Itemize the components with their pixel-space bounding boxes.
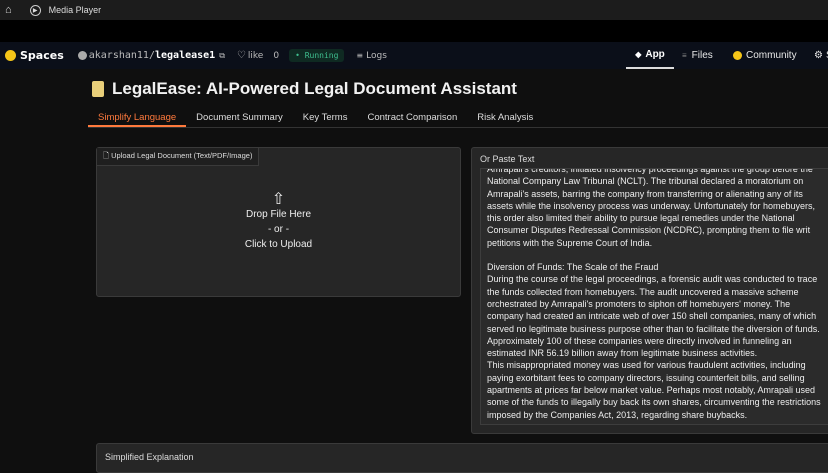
gear-icon: ⚙ [814,50,823,61]
spacer [0,20,828,42]
tab-simplify-language[interactable]: Simplify Language [88,108,187,127]
like-count: 0 [273,50,280,61]
nav-settings[interactable]: ⚙S [814,42,828,69]
simplified-explanation-panel: Simplified Explanation [96,443,828,473]
spaces-link[interactable]: Spaces [20,49,64,62]
media-player-icon: ▶ [29,4,41,16]
paste-text-panel: Or Paste Text Amrapali's creditors, init… [471,147,828,434]
home-icon[interactable]: ⌂ [5,4,12,16]
nav-files[interactable]: ≡ Files [682,42,713,69]
files-icon: ≡ [682,51,687,60]
logs-link[interactable]: Logs [366,51,387,61]
tab-bar: Simplify Language Document Summary Key T… [88,108,828,128]
scroll-icon [92,81,104,97]
paste-paragraph: Diversion of Funds: The Scale of the Fra… [487,262,821,420]
upload-label-text: Upload Legal Document (Text/PDF/Image) [111,151,253,160]
app-icon: ◆ [635,50,642,59]
owner-avatar [77,51,87,60]
repo-link[interactable]: legalease1 [155,50,215,61]
copy-icon[interactable]: ⧉ [219,51,225,61]
page-title: LegalEase: AI-Powered Legal Document Ass… [112,79,517,98]
upload-dropzone[interactable]: 🗋 Upload Legal Document (Text/PDF/Image)… [96,147,461,297]
window-title: Media Player [48,5,102,15]
nav-app-label: App [645,49,665,60]
like-label[interactable]: like [248,51,263,61]
nav-community-label: Community [746,50,797,61]
upload-label: 🗋 Upload Legal Document (Text/PDF/Image) [97,148,260,166]
spaces-logo-icon [5,50,16,61]
nav-files-label: Files [691,50,713,61]
community-icon [733,51,742,60]
paste-text-area[interactable]: Amrapali's creditors, initiated insolven… [480,168,828,425]
or-text: - or - [267,224,290,235]
tab-document-summary[interactable]: Document Summary [186,108,293,127]
paste-paragraph: Amrapali's creditors, initiated insolven… [487,168,815,248]
nav-community[interactable]: Community [733,42,797,69]
status-badge: • Running [289,49,345,62]
click-to-upload-text[interactable]: Click to Upload [97,237,460,252]
simplified-explanation-label: Simplified Explanation [105,452,194,462]
upload-icon: ⇧ [271,191,286,208]
owner-link[interactable]: akarshan11/ [89,50,155,61]
drop-file-text: Drop File Here [245,209,312,220]
tab-contract-comparison[interactable]: Contract Comparison [357,108,467,127]
page-title-row: LegalEase: AI-Powered Legal Document Ass… [92,79,517,99]
logs-icon[interactable]: ≡ [356,51,363,60]
tab-key-terms[interactable]: Key Terms [293,108,358,127]
nav-app[interactable]: ◆ App [626,42,674,69]
tab-risk-analysis[interactable]: Risk Analysis [467,108,543,127]
paste-text-label: Or Paste Text [480,154,535,164]
status-text: Running [304,51,339,60]
window-titlebar: ⌂ ▶ Media Player [0,0,828,20]
heart-icon[interactable]: ♡ [237,50,246,61]
